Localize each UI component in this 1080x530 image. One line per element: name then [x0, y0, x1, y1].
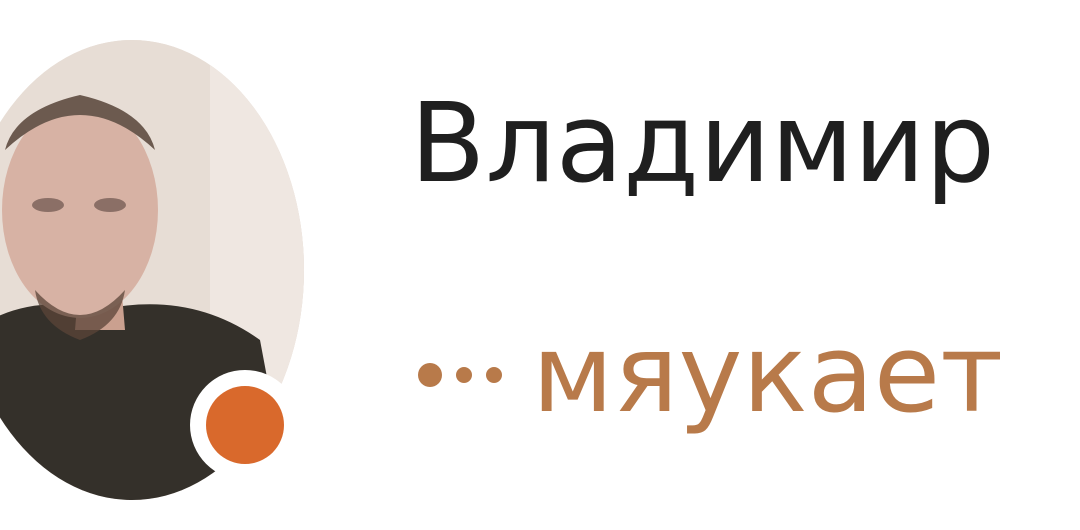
typing-dot — [456, 367, 472, 383]
online-dot-icon — [206, 386, 284, 464]
typing-dot — [418, 363, 442, 387]
online-dot-ring — [190, 370, 300, 480]
avatar-container[interactable] — [0, 40, 304, 500]
typing-dots-icon — [418, 363, 502, 387]
status-text: мяукает — [532, 312, 1004, 437]
chat-header: Владимир мяукает — [0, 0, 1080, 530]
contact-name[interactable]: Владимир — [410, 88, 995, 198]
typing-dot — [486, 367, 502, 383]
status-line: мяукает — [418, 320, 1003, 430]
